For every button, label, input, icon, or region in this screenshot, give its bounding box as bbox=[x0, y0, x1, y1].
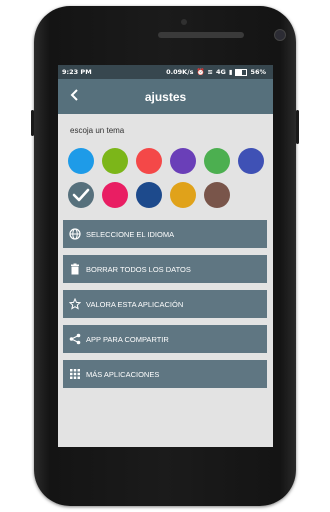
status-time: 9:23 PM bbox=[62, 68, 92, 76]
theme-swatch[interactable] bbox=[68, 182, 94, 208]
theme-swatch[interactable] bbox=[136, 148, 162, 174]
theme-swatch[interactable] bbox=[170, 182, 196, 208]
theme-swatch[interactable] bbox=[68, 148, 94, 174]
menu-button-m-s-aplicaciones[interactable]: MÁS APLICACIONES bbox=[63, 360, 267, 388]
theme-swatch[interactable] bbox=[136, 182, 162, 208]
volume-button bbox=[31, 110, 34, 136]
app-bar: ajustes bbox=[58, 79, 273, 114]
menu-button-label: VALORA ESTA APLICACIÓN bbox=[86, 299, 184, 309]
theme-swatch[interactable] bbox=[204, 148, 230, 174]
power-button bbox=[296, 110, 299, 144]
menu-button-label: BORRAR TODOS LOS DATOS bbox=[86, 264, 191, 274]
trash-icon bbox=[69, 263, 81, 275]
page-title: ajustes bbox=[144, 89, 187, 104]
wifi-icon: ≋ bbox=[207, 68, 213, 76]
signal-icon: ▮ bbox=[228, 68, 233, 76]
theme-label: escoja un tema bbox=[70, 126, 125, 135]
menu-button-seleccione-el-idioma[interactable]: SELECCIONE EL IDIOMA bbox=[63, 220, 267, 248]
check-icon bbox=[72, 188, 90, 202]
battery-icon bbox=[235, 68, 248, 76]
front-camera-icon bbox=[274, 29, 286, 41]
chevron-left-icon[interactable] bbox=[68, 88, 82, 102]
share-icon bbox=[69, 333, 81, 345]
sensor-dot bbox=[181, 19, 187, 25]
status-speed: 0.09K/s bbox=[166, 68, 194, 76]
menu-button-borrar-todos-los-datos[interactable]: BORRAR TODOS LOS DATOS bbox=[63, 255, 267, 283]
settings-menu: SELECCIONE EL IDIOMA BORRAR TODOS LOS DAT… bbox=[58, 220, 273, 388]
menu-button-label: SELECCIONE EL IDIOMA bbox=[86, 229, 175, 239]
theme-swatch[interactable] bbox=[204, 182, 230, 208]
theme-swatch[interactable] bbox=[170, 148, 196, 174]
globe-icon bbox=[69, 228, 81, 240]
menu-button-label: APP PARA COMPARTIR bbox=[86, 334, 169, 344]
star-icon bbox=[69, 298, 81, 310]
speaker-grille bbox=[158, 32, 244, 38]
alarm-icon: ⏰ bbox=[196, 68, 205, 76]
theme-swatch[interactable] bbox=[238, 148, 264, 174]
theme-swatch[interactable] bbox=[102, 148, 128, 174]
menu-button-label: MÁS APLICACIONES bbox=[86, 369, 160, 379]
status-bar: 9:23 PM 0.09K/s ⏰ ≋ 4G ▮ 56% bbox=[58, 65, 273, 79]
menu-button-app-para-compartir[interactable]: APP PARA COMPARTIR bbox=[63, 325, 267, 353]
status-network: 4G bbox=[216, 68, 226, 76]
theme-swatch-grid bbox=[68, 148, 273, 208]
grid-icon bbox=[69, 368, 81, 380]
menu-button-valora-esta-aplicaci-n[interactable]: VALORA ESTA APLICACIÓN bbox=[63, 290, 267, 318]
screen: 9:23 PM 0.09K/s ⏰ ≋ 4G ▮ 56% ajustes esc… bbox=[58, 65, 273, 447]
status-battery: 56% bbox=[250, 68, 266, 76]
theme-swatch[interactable] bbox=[102, 182, 128, 208]
